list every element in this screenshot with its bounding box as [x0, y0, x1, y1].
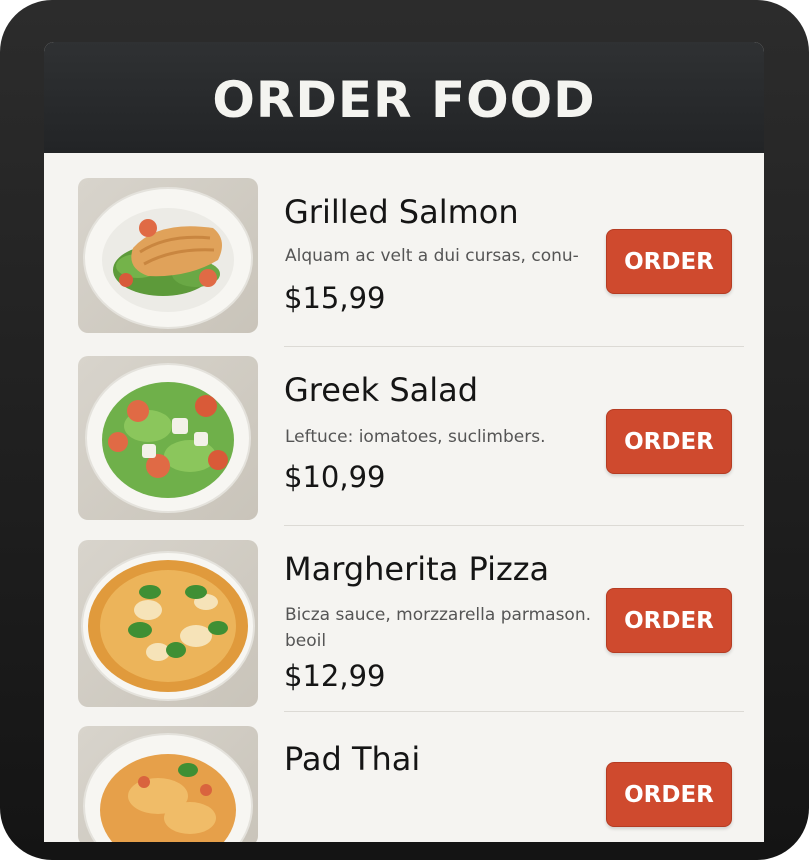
- order-button[interactable]: ORDER: [606, 409, 732, 474]
- order-button[interactable]: ORDER: [606, 588, 732, 653]
- tablet-device-frame: ORDER FOOD Grilled Salmon Alquam ac velt…: [0, 0, 809, 860]
- page-title: ORDER FOOD: [212, 70, 596, 129]
- dish-description: Bicza sauce, morzzarella parmason. beoil: [285, 605, 592, 651]
- margherita-pizza-image[interactable]: [78, 540, 258, 707]
- dish-description: Alquam ac velt a dui cursas, conu-: [285, 246, 579, 266]
- order-button[interactable]: ORDER: [606, 229, 732, 294]
- dish-name: Pad Thai: [284, 740, 421, 778]
- divider: [284, 525, 744, 526]
- dish-name: Grilled Salmon: [284, 193, 519, 231]
- dish-price: $15,99: [284, 281, 386, 315]
- dish-description: Leftuce: iomatoes, suclimbers.: [285, 427, 546, 447]
- divider: [284, 711, 744, 712]
- dish-name: Margherita Pizza: [284, 550, 550, 588]
- grilled-salmon-image[interactable]: [78, 178, 258, 333]
- dish-price: $10,99: [284, 460, 386, 494]
- pad-thai-image[interactable]: [78, 726, 258, 842]
- dish-price: $12,99: [284, 659, 386, 693]
- app-header: ORDER FOOD: [44, 42, 764, 153]
- greek-salad-image[interactable]: [78, 356, 258, 520]
- dish-name: Greek Salad: [284, 371, 479, 409]
- divider: [284, 346, 744, 347]
- order-button[interactable]: ORDER: [606, 762, 732, 827]
- app-screen: ORDER FOOD Grilled Salmon Alquam ac velt…: [44, 42, 764, 842]
